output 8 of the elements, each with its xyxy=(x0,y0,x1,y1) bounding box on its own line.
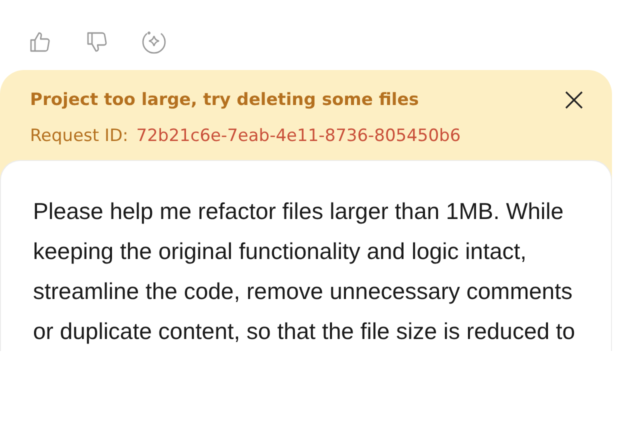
message-text: Please help me refactor files larger than 1MB. While keeping the original functionality and logic intact, streamline the code, remove unnecessary comments or duplicate content, so that the file size is reduced to xyxy=(33,197,576,346)
thumbs-down-icon xyxy=(85,30,109,54)
close-icon xyxy=(564,90,584,110)
error-title: Project too large, try deleting some files xyxy=(30,90,419,110)
request-id-label: Request ID: xyxy=(30,126,128,146)
request-id-value: 72b21c6e-7eab-4e11-8736-805450b6 xyxy=(136,126,461,146)
thumbs-up-icon xyxy=(28,30,52,54)
sparkle-circle-icon xyxy=(141,29,167,55)
